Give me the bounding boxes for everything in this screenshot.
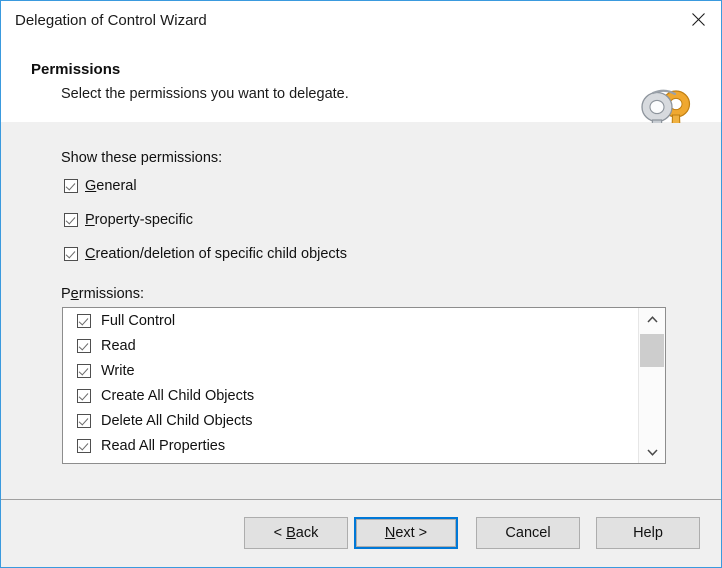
- chevron-up-icon: [646, 315, 658, 323]
- checkbox-creation-deletion-box[interactable]: [64, 247, 78, 261]
- list-item-label: Delete All Child Objects: [101, 412, 253, 429]
- show-permissions-label: Show these permissions:: [61, 150, 223, 166]
- list-item[interactable]: Write: [63, 358, 638, 383]
- list-item-label: Full Control: [101, 312, 176, 329]
- close-button[interactable]: [675, 1, 721, 38]
- list-item[interactable]: Full Control: [63, 308, 638, 333]
- permissions-listbox[interactable]: Full Control Read Write Create All Child…: [62, 307, 666, 464]
- permissions-list-items: Full Control Read Write Create All Child…: [63, 308, 638, 463]
- list-item-checkbox[interactable]: [77, 438, 91, 453]
- next-button[interactable]: Next >: [354, 517, 458, 549]
- help-button[interactable]: Help: [596, 517, 700, 549]
- list-item-label: Read All Properties: [101, 437, 226, 454]
- checkbox-general[interactable]: General: [64, 178, 137, 194]
- list-item[interactable]: Read All Properties: [63, 433, 638, 458]
- list-item-partial[interactable]: [63, 458, 638, 463]
- list-item-checkbox[interactable]: [77, 413, 91, 428]
- scroll-up-button[interactable]: [639, 308, 665, 330]
- list-item-label: Create All Child Objects: [101, 387, 255, 404]
- next-button-label: Next >: [384, 525, 428, 541]
- checkbox-creation-deletion[interactable]: Creation/deletion of specific child obje…: [64, 246, 347, 262]
- permissions-label: Permissions:: [61, 286, 145, 302]
- list-item[interactable]: Delete All Child Objects: [63, 408, 638, 433]
- back-button[interactable]: < Back: [244, 517, 348, 549]
- list-item-label: Write: [101, 362, 135, 379]
- back-button-label: < Back: [273, 525, 319, 541]
- dialog-body: Show these permissions: General Property…: [1, 123, 721, 499]
- page-subtitle: Select the permissions you want to deleg…: [61, 86, 349, 102]
- close-icon: [691, 13, 705, 26]
- delegation-of-control-wizard-window: Delegation of Control Wizard Permissions…: [0, 0, 722, 568]
- checkbox-property-specific-label: Property-specific: [85, 212, 193, 228]
- list-item[interactable]: Read: [63, 333, 638, 358]
- title-bar: Delegation of Control Wizard: [1, 1, 721, 39]
- chevron-down-icon: [646, 448, 658, 456]
- list-item-checkbox[interactable]: [77, 313, 91, 328]
- window-title: Delegation of Control Wizard: [15, 12, 207, 29]
- checkbox-creation-deletion-label: Creation/deletion of specific child obje…: [85, 246, 347, 262]
- list-item-checkbox[interactable]: [77, 388, 91, 403]
- list-item-checkbox[interactable]: [77, 338, 91, 353]
- checkbox-general-box[interactable]: [64, 179, 78, 193]
- listbox-scrollbar[interactable]: [638, 308, 665, 463]
- scroll-down-button[interactable]: [639, 441, 665, 463]
- dialog-footer: < Back Next > Cancel Help: [1, 500, 721, 567]
- checkbox-property-specific[interactable]: Property-specific: [64, 212, 193, 228]
- list-item[interactable]: Create All Child Objects: [63, 383, 638, 408]
- help-button-label: Help: [633, 525, 663, 541]
- wizard-header: Permissions Select the permissions you w…: [1, 39, 721, 161]
- scrollbar-thumb[interactable]: [640, 334, 664, 367]
- page-title: Permissions: [31, 61, 121, 78]
- cancel-button[interactable]: Cancel: [476, 517, 580, 549]
- list-item-label: Read: [101, 337, 136, 354]
- cancel-button-label: Cancel: [505, 525, 551, 541]
- list-item-checkbox[interactable]: [77, 363, 91, 378]
- checkbox-property-specific-box[interactable]: [64, 213, 78, 227]
- checkbox-general-label: General: [85, 178, 137, 194]
